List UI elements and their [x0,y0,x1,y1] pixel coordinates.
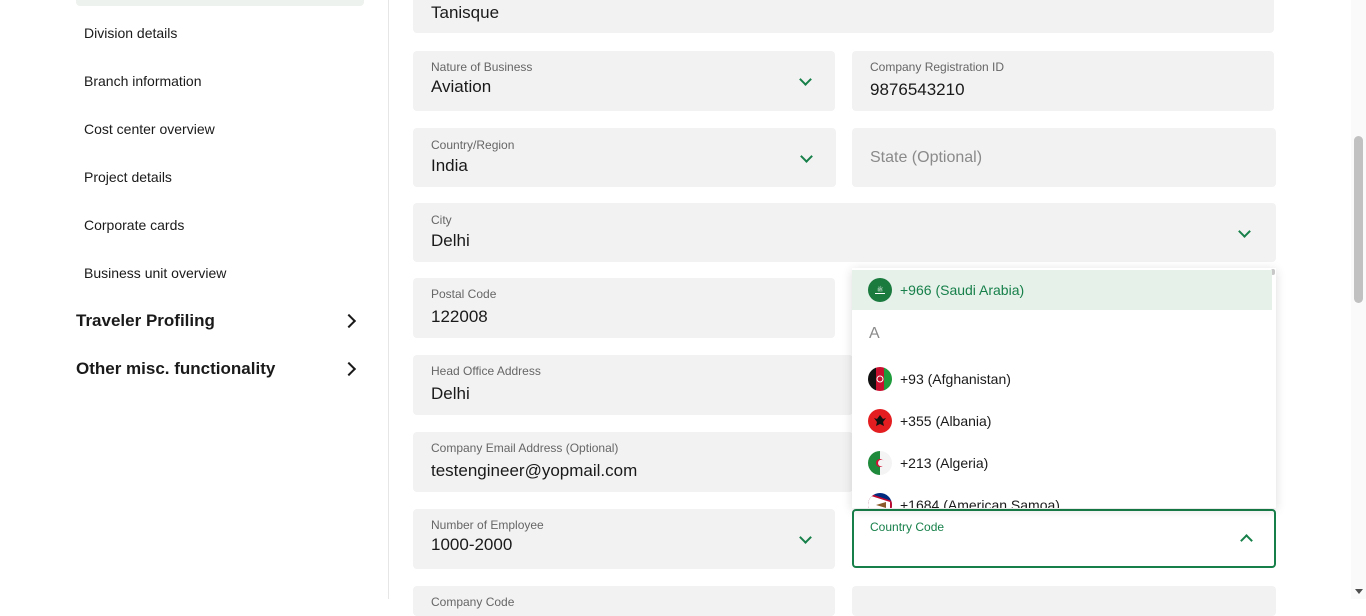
sidebar-group-label: Other misc. functionality [76,359,276,378]
section-letter: A [869,325,880,342]
postal-code-value: 122008 [431,307,488,326]
chevron-down-icon [799,73,812,86]
city-select[interactable]: City Delhi [413,203,1276,262]
country-region-label: Country/Region [431,138,515,152]
sidebar-group-traveler-profiling[interactable]: Traveler Profiling [76,311,360,331]
head-office-address-field[interactable]: Head Office Address Delhi [413,355,853,415]
option-code-number: +355 [900,413,932,429]
country-region-select[interactable]: Country/Region India [413,128,836,187]
sidebar-item-branch-information[interactable]: Branch information [84,73,202,89]
registration-id-field[interactable]: Company Registration ID 9876543210 [852,51,1274,111]
option-code: +355 (Albania) [900,413,991,429]
number-of-employee-label: Number of Employee [431,518,544,532]
postal-code-label: Postal Code [431,287,497,301]
page-scrollbar[interactable] [1351,0,1366,599]
option-code: +213 (Algeria) [900,455,988,471]
sidebar-item-cost-center-overview[interactable]: Cost center overview [84,121,215,137]
option-code: +1684 (American Samoa) [900,497,1060,508]
chevron-down-icon [799,531,812,544]
head-office-address-value: Delhi [431,384,470,403]
country-code-label: Country Code [870,520,945,534]
state-placeholder: State (Optional) [870,149,983,166]
page-scrollbar-thumb[interactable] [1354,136,1363,303]
country-code-option-afghanistan[interactable]: +93 (Afghanistan) [852,359,1272,399]
sidebar: Division details Branch information Cost… [0,0,389,599]
number-of-employee-select[interactable]: Number of Employee 1000-2000 [413,509,835,569]
company-code-field[interactable]: Company Code [413,586,835,616]
company-email-field[interactable]: Company Email Address (Optional) testeng… [413,432,853,492]
city-value: Delhi [431,231,470,250]
city-label: City [431,213,452,227]
flag-algeria-icon [868,451,892,475]
flag-albania-icon [868,409,892,433]
sidebar-item-project-details[interactable]: Project details [84,169,172,185]
option-country-name: (Algeria) [935,455,989,471]
country-code-option-algeria[interactable]: +213 (Algeria) [852,443,1272,483]
country-code-option-american-samoa[interactable]: +1684 (American Samoa) [852,485,1272,508]
option-code-number: +1684 [900,497,940,508]
chevron-right-icon [341,361,357,377]
company-name-field[interactable]: Tanisque [413,0,1274,33]
flag-afghanistan-icon [868,367,892,391]
company-email-label: Company Email Address (Optional) [431,441,619,455]
option-country-name: (Afghanistan) [927,371,1011,387]
scroll-down-arrow-icon[interactable] [1355,589,1363,594]
flag-saudi-arabia-icon: ﷺ [868,278,892,302]
next-field[interactable] [852,586,1276,616]
country-code-option-selected[interactable]: ﷺ +966 (Saudi Arabia) [852,270,1272,310]
country-code-option-albania[interactable]: +355 (Albania) [852,401,1272,441]
country-code-select[interactable]: Country Code [852,509,1276,568]
chevron-down-icon [800,150,813,163]
chevron-right-icon [341,313,357,329]
chevron-down-icon [1238,225,1251,238]
company-name-value: Tanisque [431,3,500,22]
company-email-value: testengineer@yopmail.com [431,461,638,480]
sidebar-group-other-misc[interactable]: Other misc. functionality [76,359,360,379]
number-of-employee-value: 1000-2000 [431,535,513,554]
sidebar-group-label: Traveler Profiling [76,311,215,330]
country-region-value: India [431,156,468,175]
option-code-number: +93 [900,371,924,387]
registration-id-value: 9876543210 [870,80,965,99]
country-code-dropdown[interactable]: ﷺ +966 (Saudi Arabia) A +93 (Afghanistan… [852,268,1276,508]
head-office-address-label: Head Office Address [431,364,541,378]
sidebar-item-corporate-cards[interactable]: Corporate cards [84,217,184,233]
state-field[interactable]: State (Optional) [852,128,1276,187]
nature-of-business-label: Nature of Business [431,60,533,74]
option-code: +93 (Afghanistan) [900,371,1011,387]
option-country-name: (Saudi Arabia) [935,282,1025,298]
sidebar-active-item[interactable] [76,0,364,6]
nature-of-business-select[interactable]: Nature of Business Aviation [413,51,835,111]
option-country-name: (Albania) [935,413,992,429]
sidebar-item-business-unit-overview[interactable]: Business unit overview [84,265,226,281]
svg-text:ﷺ: ﷺ [877,285,883,293]
nature-of-business-value: Aviation [431,77,492,96]
registration-id-label: Company Registration ID [870,60,1005,74]
flag-american-samoa-icon [868,493,892,508]
chevron-up-icon [1240,534,1253,547]
option-code-number: +966 [900,282,932,298]
sidebar-item-division-details[interactable]: Division details [84,25,177,41]
option-country-name: (American Samoa) [943,497,1060,508]
company-code-label: Company Code [431,595,515,609]
option-code: +966 (Saudi Arabia) [900,282,1024,298]
postal-code-field[interactable]: Postal Code 122008 [413,278,835,338]
option-code-number: +213 [900,455,932,471]
